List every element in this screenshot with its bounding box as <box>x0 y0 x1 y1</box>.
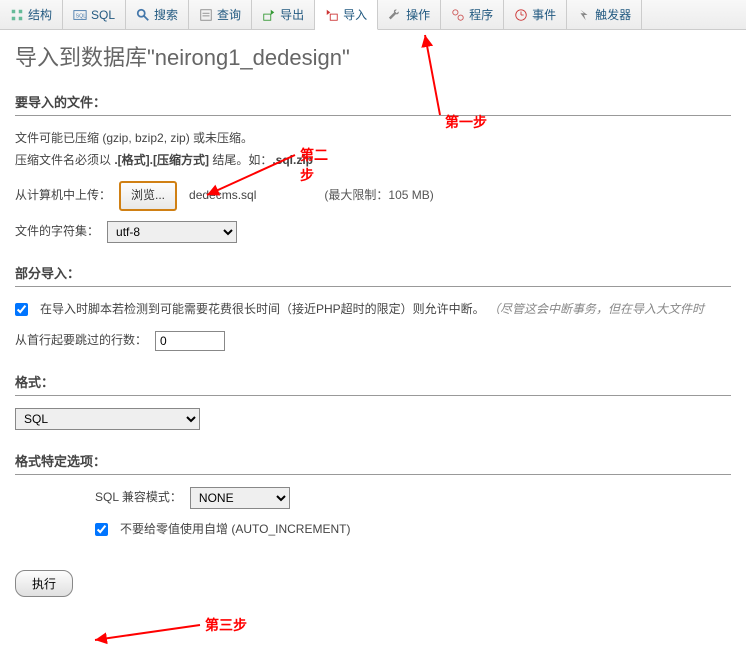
compat-label: SQL 兼容模式： <box>95 487 182 509</box>
section-header-file: 要导入的文件： <box>15 92 731 116</box>
tab-bar: 结构 SQL SQL 搜索 查询 导出 导入 操作 程序 事件 触发器 <box>0 0 746 30</box>
tab-operations[interactable]: 操作 <box>378 0 441 29</box>
format-select[interactable]: SQL <box>15 408 200 430</box>
svg-text:SQL: SQL <box>76 13 87 19</box>
compat-select[interactable]: NONE <box>190 487 290 509</box>
clock-icon <box>514 8 528 22</box>
wrench-icon <box>388 8 402 22</box>
page-title: 导入到数据库"neirong1_dedesign" <box>0 30 746 92</box>
tab-label: 搜索 <box>154 6 178 23</box>
tab-structure[interactable]: 结构 <box>0 0 63 29</box>
allow-interrupt-checkbox[interactable] <box>15 303 28 316</box>
tab-sql[interactable]: SQL SQL <box>63 0 126 29</box>
section-header-format: 格式： <box>15 372 731 396</box>
auto-increment-checkbox[interactable] <box>95 523 108 536</box>
tab-events[interactable]: 事件 <box>504 0 567 29</box>
compress-hint: 文件可能已压缩 (gzip, bzip2, zip) 或未压缩。 <box>15 128 731 150</box>
upload-label: 从计算机中上传： <box>15 185 111 207</box>
tab-export[interactable]: 导出 <box>252 0 315 29</box>
section-header-partial: 部分导入： <box>15 263 731 287</box>
skip-rows-input[interactable] <box>155 331 225 351</box>
query-icon <box>199 8 213 22</box>
name-hint: 压缩文件名必须以 .[格式].[压缩方式] 结尾。如：.sql.zip <box>15 150 731 172</box>
tab-label: 触发器 <box>595 6 631 23</box>
browse-button[interactable]: 浏览... <box>119 181 177 211</box>
section-format: 格式： SQL <box>15 372 731 431</box>
search-icon <box>136 8 150 22</box>
tab-label: 查询 <box>217 6 241 23</box>
tab-query[interactable]: 查询 <box>189 0 252 29</box>
section-header-options: 格式特定选项： <box>15 451 731 475</box>
structure-icon <box>10 8 24 22</box>
charset-label: 文件的字符集： <box>15 221 99 243</box>
sql-icon: SQL <box>73 8 87 22</box>
tab-label: 操作 <box>406 6 430 23</box>
size-limit: (最大限制：105 MB) <box>324 185 433 207</box>
submit-button[interactable]: 执行 <box>15 570 73 597</box>
gears-icon <box>451 8 465 22</box>
trigger-icon <box>577 8 591 22</box>
tab-label: 事件 <box>532 6 556 23</box>
section-file: 要导入的文件： 文件可能已压缩 (gzip, bzip2, zip) 或未压缩。… <box>15 92 731 243</box>
tab-search[interactable]: 搜索 <box>126 0 189 29</box>
tab-label: 结构 <box>28 6 52 23</box>
auto-increment-label: 不要给零值使用自增 (AUTO_INCREMENT) <box>120 519 350 541</box>
section-options: 格式特定选项： SQL 兼容模式： NONE 不要给零值使用自增 (AUTO_I… <box>15 451 731 541</box>
anno-step3: 第三步 <box>90 615 270 655</box>
selected-filename: dedecms.sql <box>189 185 256 207</box>
tab-routines[interactable]: 程序 <box>441 0 504 29</box>
tab-import[interactable]: 导入 <box>315 0 378 30</box>
skip-rows-label: 从首行起要跳过的行数： <box>15 330 147 352</box>
tab-label: 导出 <box>280 6 304 23</box>
tab-label: 导入 <box>343 6 367 23</box>
tab-label: 程序 <box>469 6 493 23</box>
import-icon <box>325 8 339 22</box>
export-icon <box>262 8 276 22</box>
tab-label: SQL <box>91 8 115 22</box>
charset-select[interactable]: utf-8 <box>107 221 237 243</box>
section-partial: 部分导入： 在导入时脚本若检测到可能需要花费很长时间（接近PHP超时的限定）则允… <box>15 263 731 352</box>
allow-interrupt-label: 在导入时脚本若检测到可能需要花费很长时间（接近PHP超时的限定）则允许中断。 （… <box>40 299 704 321</box>
tab-triggers[interactable]: 触发器 <box>567 0 642 29</box>
